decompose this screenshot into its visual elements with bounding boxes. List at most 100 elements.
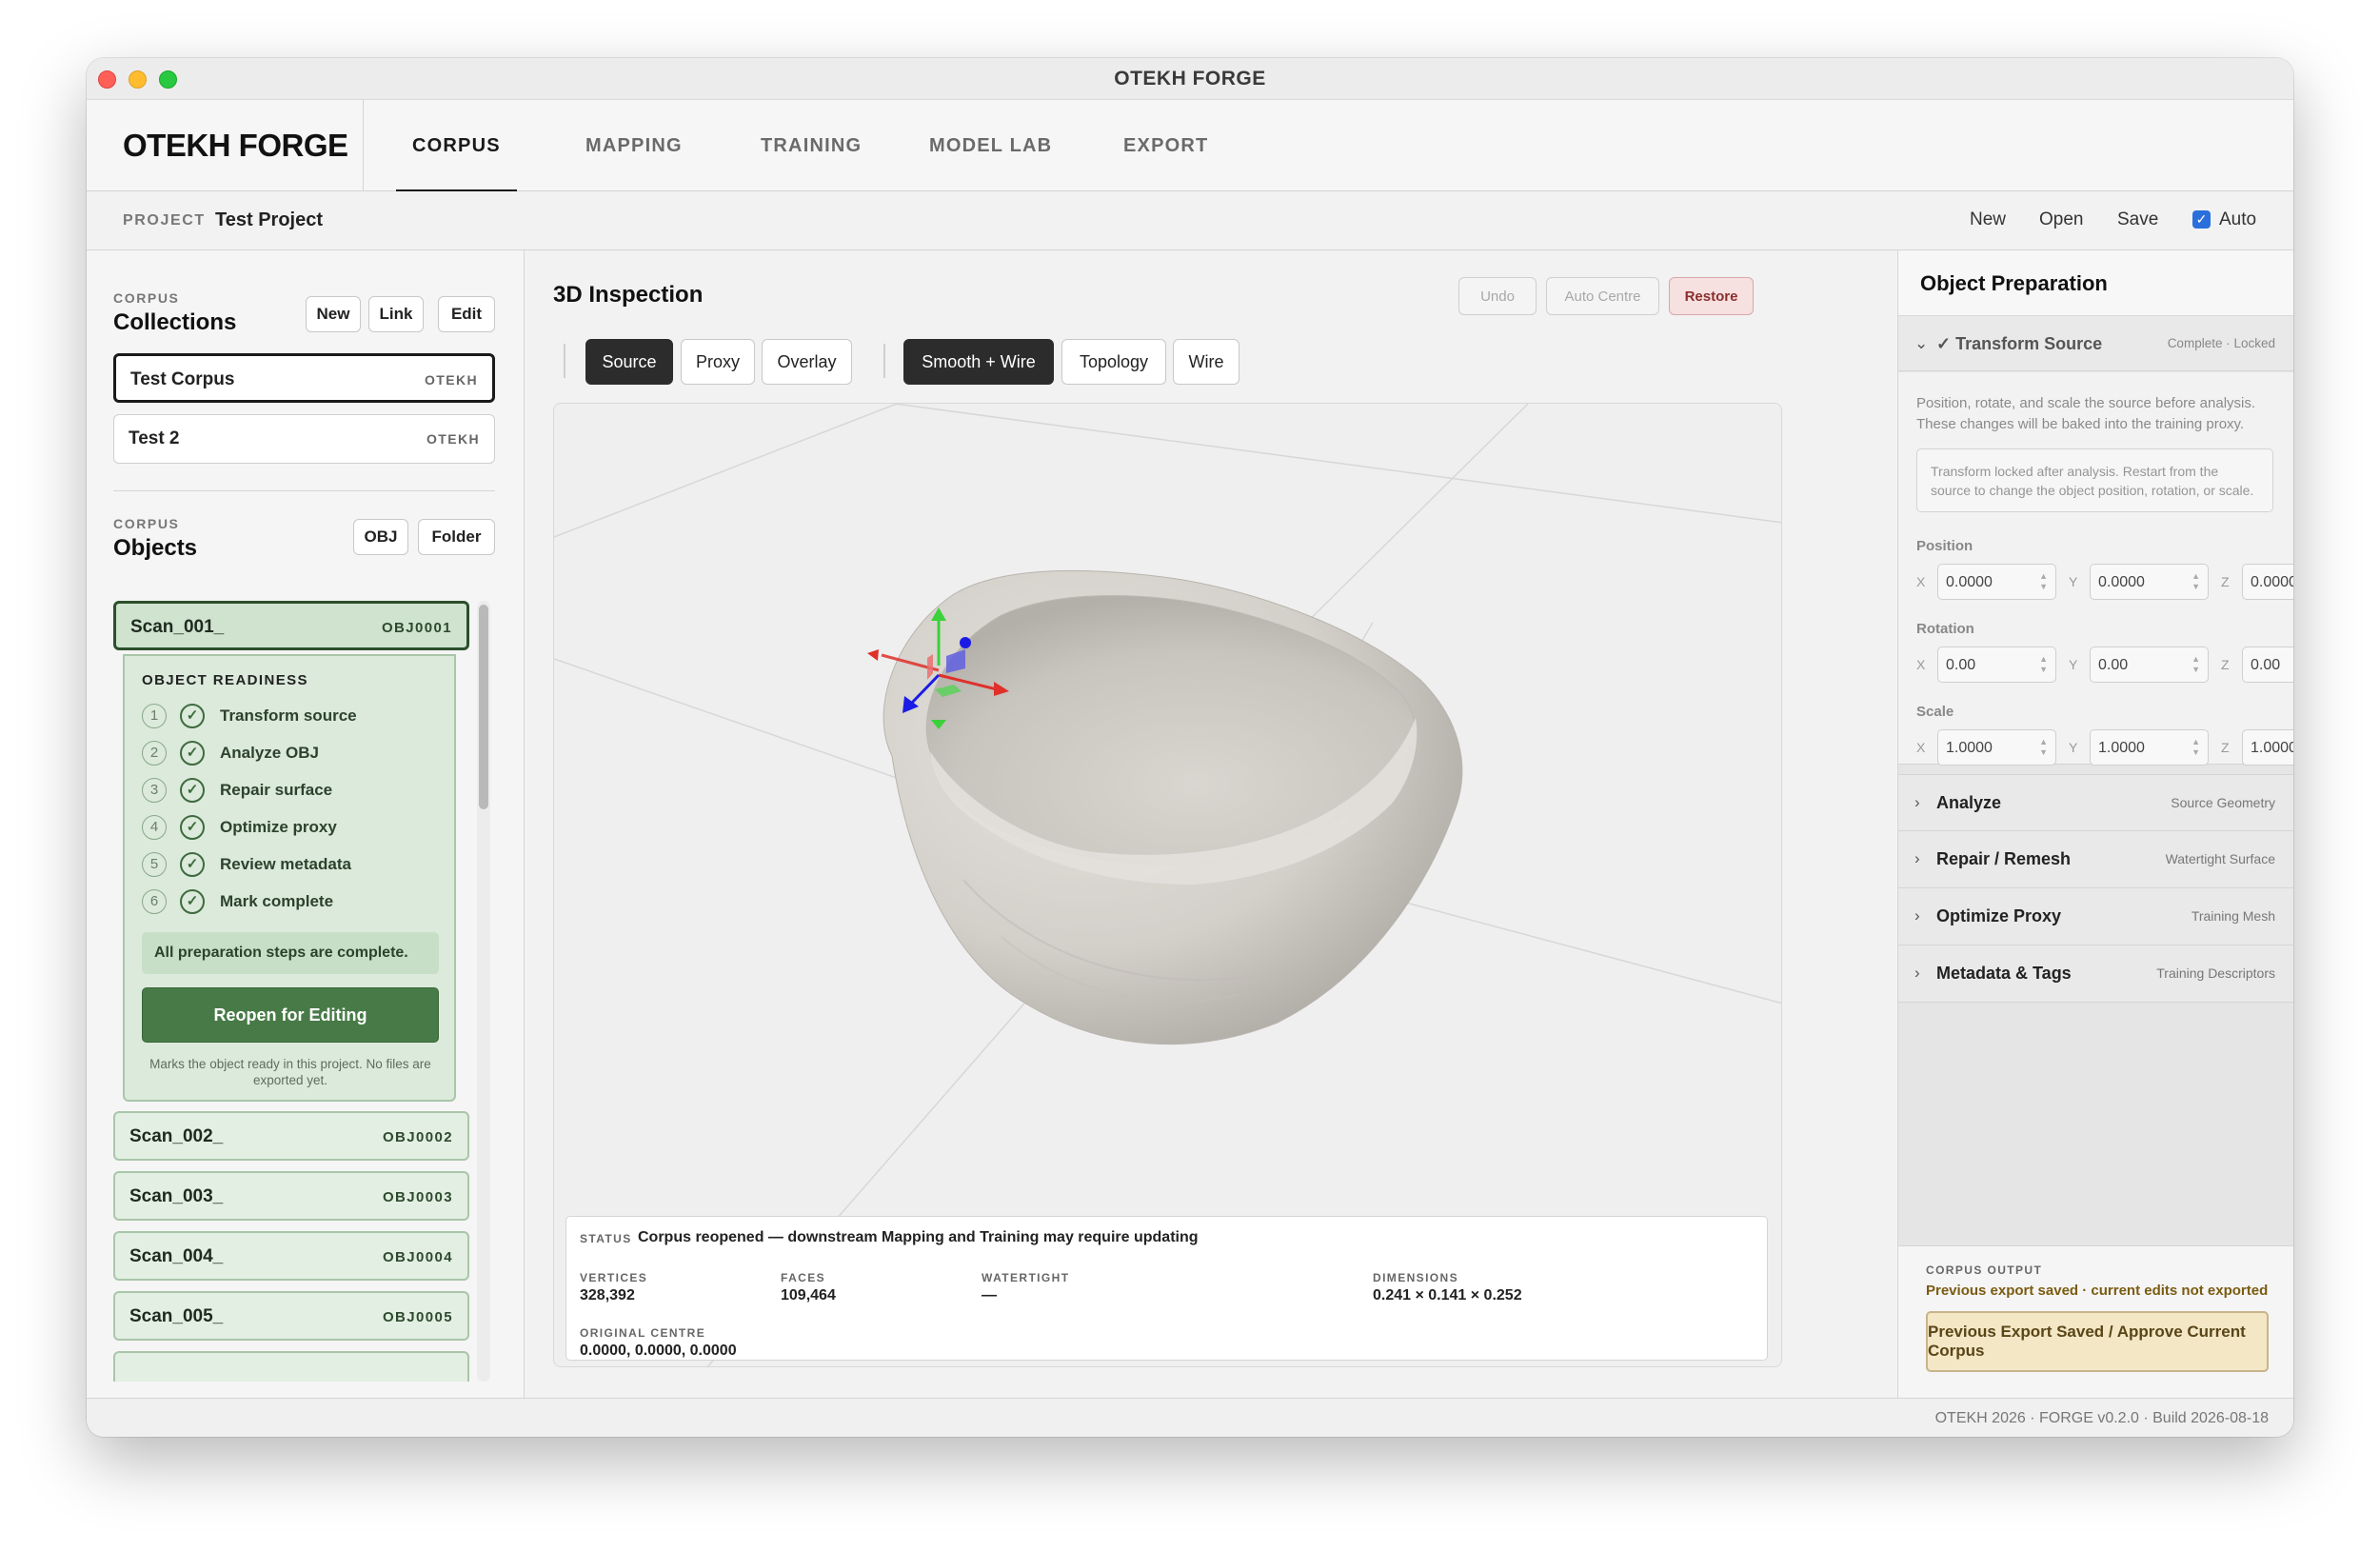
auto-centre-button[interactable]: Auto Centre [1546, 277, 1659, 315]
collections-title: Collections [113, 309, 237, 335]
stepper-icon[interactable]: ▲ ▼ [2039, 571, 2048, 592]
corpus-sidebar: CORPUS Collections New Link Edit Test Co… [87, 250, 525, 1398]
zoom-window-button[interactable] [159, 70, 177, 89]
stepper-icon[interactable]: ▲ ▼ [2039, 654, 2048, 675]
stepper-icon[interactable]: ▲ ▼ [2192, 654, 2200, 675]
objects-title: Objects [113, 535, 198, 561]
axis-label: Y [2069, 740, 2078, 755]
object-item[interactable] [113, 1351, 469, 1382]
axis-label: X [1916, 740, 1926, 755]
smooth-wire-mode-button[interactable]: Smooth + Wire [903, 339, 1054, 385]
object-name: Scan_003_ [129, 1186, 224, 1206]
proxy-mode-button[interactable]: Proxy [681, 339, 755, 385]
watertight-value: — [982, 1287, 997, 1303]
metadata-tags-section[interactable]: › Metadata & Tags Training Descriptors [1898, 945, 2293, 1003]
repair-remesh-section[interactable]: › Repair / Remesh Watertight Surface [1898, 831, 2293, 888]
object-code: OBJ0001 [381, 620, 452, 636]
stepper-icon[interactable]: ▲ ▼ [2192, 571, 2200, 592]
object-item[interactable]: Scan_005_ OBJ0005 [113, 1291, 469, 1341]
tab-corpus[interactable]: CORPUS [396, 100, 517, 192]
position-y-field[interactable]: 0.0000 ▲ ▼ [2090, 564, 2209, 600]
import-folder-button[interactable]: Folder [418, 519, 495, 555]
project-label: PROJECT [123, 212, 206, 229]
step-number: 4 [142, 815, 167, 840]
scale-y-field[interactable]: 1.0000 ▲ ▼ [2090, 729, 2209, 766]
edit-collection-button[interactable]: Edit [438, 296, 495, 332]
new-collection-button[interactable]: New [306, 296, 361, 332]
stepper-icon[interactable]: ▲ ▼ [2192, 737, 2200, 758]
axis-label: Y [2069, 574, 2078, 589]
tab-mapping[interactable]: MAPPING [585, 100, 683, 191]
rotation-y-field[interactable]: 0.00 ▲ ▼ [2090, 647, 2209, 683]
object-list: Scan_001_ OBJ0001 OBJECT READINESS 1 ✓ T… [113, 601, 469, 1382]
object-item[interactable]: Scan_004_ OBJ0004 [113, 1231, 469, 1281]
auto-save-checkbox[interactable]: ✓ [2192, 210, 2211, 229]
step-label: Repair surface [220, 781, 333, 799]
object-code: OBJ0004 [382, 1249, 453, 1265]
close-window-button[interactable] [98, 70, 116, 89]
collection-item[interactable]: Test 2 OTEKH [113, 414, 495, 464]
position-y-value: 0.0000 [2098, 574, 2145, 590]
minimize-window-button[interactable] [129, 70, 147, 89]
scale-label: Scale [1916, 704, 1954, 720]
open-project-button[interactable]: Open [2039, 209, 2083, 230]
step-label: Optimize proxy [220, 818, 337, 836]
chevron-right-icon: › [1914, 793, 1920, 811]
toolbar-separator [564, 344, 565, 378]
project-name: Test Project [215, 209, 323, 230]
tab-training[interactable]: TRAINING [761, 100, 862, 191]
step-label: Analyze OBJ [220, 744, 319, 762]
new-project-button[interactable]: New [1970, 209, 2006, 230]
axis-label: Z [2221, 574, 2230, 589]
step-number: 1 [142, 704, 167, 728]
restore-button[interactable]: Restore [1669, 277, 1754, 315]
check-circle-icon: ✓ [180, 704, 205, 728]
transform-source-section[interactable]: ⌄ ✓ Transform Source Complete · Locked [1898, 316, 2293, 371]
transform-source-title: ✓ Transform Source [1936, 334, 2102, 354]
rotation-x-value: 0.00 [1946, 657, 1976, 673]
mesh-status-card: STATUS Corpus reopened — downstream Mapp… [565, 1216, 1768, 1361]
optimize-proxy-section[interactable]: › Optimize Proxy Training Mesh [1898, 888, 2293, 945]
collection-code: OTEKH [425, 372, 478, 388]
stepper-icon[interactable]: ▲ ▼ [2039, 737, 2048, 758]
collection-item[interactable]: Test Corpus OTEKH [113, 353, 495, 403]
rotation-z-field[interactable]: 0.00▲▼ [2242, 647, 2293, 683]
app-logo: OTEKH FORGE [123, 128, 348, 163]
undo-button[interactable]: Undo [1458, 277, 1537, 315]
check-circle-icon: ✓ [180, 741, 205, 766]
axis-label: X [1916, 657, 1926, 672]
wire-mode-button[interactable]: Wire [1173, 339, 1240, 385]
save-project-button[interactable]: Save [2117, 209, 2158, 230]
scale-z-field[interactable]: 1.0000▲▼ [2242, 729, 2293, 766]
app-window: OTEKH FORGE OTEKH FORGE CORPUS MAPPING T… [87, 58, 2293, 1437]
tab-model-lab[interactable]: MODEL LAB [929, 100, 1052, 191]
source-mode-button[interactable]: Source [585, 339, 673, 385]
axis-label: X [1916, 574, 1926, 589]
objects-section-label: CORPUS [113, 516, 180, 531]
position-z-field[interactable]: 0.0000▲▼ [2242, 564, 2293, 600]
object-item[interactable]: Scan_001_ OBJ0001 [113, 601, 469, 650]
readiness-note: Marks the object ready in this project. … [149, 1057, 431, 1087]
corpus-output-area: CORPUS OUTPUT Previous export saved · cu… [1898, 1245, 2293, 1398]
position-x-field[interactable]: 0.0000 ▲ ▼ [1937, 564, 2056, 600]
overlay-mode-button[interactable]: Overlay [762, 339, 852, 385]
rotation-x-field[interactable]: 0.00 ▲ ▼ [1937, 647, 2056, 683]
position-label: Position [1916, 538, 1973, 554]
reopen-for-editing-button[interactable]: Reopen for Editing [142, 987, 439, 1043]
object-code: OBJ0002 [382, 1129, 453, 1145]
object-item[interactable]: Scan_002_ OBJ0002 [113, 1111, 469, 1161]
tab-export[interactable]: EXPORT [1123, 100, 1208, 191]
object-name: Scan_001_ [130, 617, 225, 637]
analyze-section[interactable]: › Analyze Source Geometry [1898, 774, 2293, 831]
link-collection-button[interactable]: Link [368, 296, 424, 332]
import-obj-button[interactable]: OBJ [353, 519, 408, 555]
transform-description: Position, rotate, and scale the source b… [1916, 395, 2256, 432]
transform-source-body: Position, rotate, and scale the source b… [1898, 372, 2293, 766]
scale-x-value: 1.0000 [1946, 740, 1993, 756]
version-info: OTEKH 2026 · FORGE v0.2.0 · Build 2026-0… [1934, 1410, 2269, 1426]
topology-mode-button[interactable]: Topology [1061, 339, 1166, 385]
approve-corpus-button[interactable]: Previous Export Saved / Approve Current … [1926, 1311, 2269, 1372]
scrollbar-thumb[interactable] [479, 605, 488, 809]
scale-x-field[interactable]: 1.0000 ▲ ▼ [1937, 729, 2056, 766]
object-item[interactable]: Scan_003_ OBJ0003 [113, 1171, 469, 1221]
